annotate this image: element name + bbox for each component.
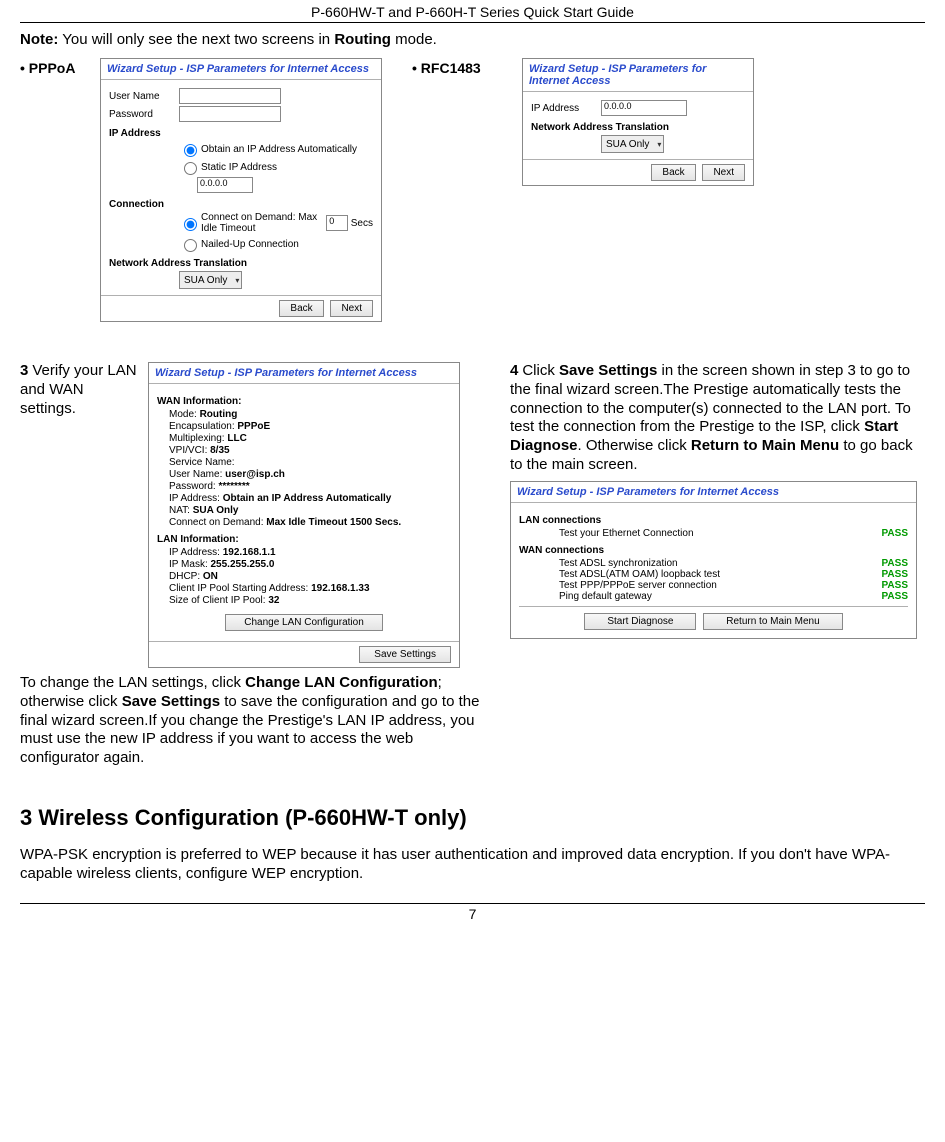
note-line: Note: You will only see the next two scr… [20, 31, 925, 48]
summary-panel: Wizard Setup - ISP Parameters for Intern… [148, 362, 460, 668]
label-secs: Secs [351, 218, 373, 229]
pass-badge: PASS [882, 580, 909, 591]
note-routing: Routing [334, 31, 391, 48]
lan-conn-head: LAN connections [519, 515, 908, 526]
diagnose-panel: Wizard Setup - ISP Parameters for Intern… [510, 481, 917, 639]
list-item: Connect on Demand: Max Idle Timeout 1500… [169, 517, 451, 528]
step-4-num: 4 [510, 362, 518, 379]
list-item: VPI/VCI: 8/35 [169, 445, 451, 456]
label-nailed-up: Nailed-Up Connection [201, 239, 299, 250]
label-static-ip: Static IP Address [201, 162, 277, 173]
section-3-body: WPA-PSK encryption is preferred to WEP b… [20, 846, 925, 884]
list-item: User Name: user@isp.ch [169, 469, 451, 480]
diag-wan1: Test ADSL synchronization [559, 558, 678, 569]
pass-badge: PASS [882, 591, 909, 602]
input-ip-address[interactable]: 0.0.0.0 [601, 100, 687, 116]
list-item: DHCP: ON [169, 571, 451, 582]
select-nat[interactable]: SUA Only [179, 271, 242, 289]
list-item: NAT: SUA Only [169, 505, 451, 516]
section-nat: Network Address Translation [109, 258, 373, 269]
list-item: IP Address: 192.168.1.1 [169, 547, 451, 558]
label-username: User Name [109, 91, 179, 102]
input-idle-timeout[interactable]: 0 [326, 215, 348, 231]
input-username[interactable] [179, 88, 281, 104]
radio-obtain-ip[interactable] [184, 144, 197, 157]
label-obtain-ip: Obtain an IP Address Automatically [201, 144, 357, 155]
back-button[interactable]: Back [279, 300, 323, 317]
label-ip-address: IP Address [531, 103, 601, 114]
radio-static-ip[interactable] [184, 162, 197, 175]
pass-badge: PASS [882, 528, 909, 539]
panel-title-diag: Wizard Setup - ISP Parameters for Intern… [511, 482, 916, 503]
wan-info-head: WAN Information: [157, 396, 451, 407]
list-item: Mode: Routing [169, 409, 451, 420]
label-cod: Connect on Demand: Max Idle Timeout [201, 212, 323, 234]
diag-wan3: Test PPP/PPPoE server connection [559, 580, 717, 591]
back-button-rfc[interactable]: Back [651, 164, 695, 181]
section-connection: Connection [109, 199, 373, 210]
list-item: Size of Client IP Pool: 32 [169, 595, 451, 606]
note-body-b: mode. [391, 31, 437, 48]
input-password[interactable] [179, 106, 281, 122]
bullet-rfc1483: • RFC1483 [412, 60, 481, 76]
panel-title-summary: Wizard Setup - ISP Parameters for Intern… [149, 363, 459, 384]
pass-badge: PASS [882, 558, 909, 569]
radio-connect-on-demand[interactable] [184, 218, 197, 231]
rfc1483-panel: Wizard Setup - ISP Parameters for Intern… [522, 58, 754, 186]
select-nat-rfc[interactable]: SUA Only [601, 135, 664, 153]
panel-title: Wizard Setup - ISP Parameters for Intern… [101, 59, 381, 80]
section-nat-rfc: Network Address Translation [531, 122, 745, 133]
list-item: Multiplexing: LLC [169, 433, 451, 444]
list-item: Service Name: [169, 457, 451, 468]
radio-nailed-up[interactable] [184, 239, 197, 252]
diag-lan1: Test your Ethernet Connection [559, 528, 694, 539]
list-item: IP Mask: 255.255.255.0 [169, 559, 451, 570]
pass-badge: PASS [882, 569, 909, 580]
step-3-para: To change the LAN settings, click Change… [20, 674, 490, 768]
note-prefix: Note: [20, 31, 58, 48]
change-lan-config-button[interactable]: Change LAN Configuration [225, 614, 383, 631]
wan-conn-head: WAN connections [519, 545, 908, 556]
step-3-text: Verify your LAN and WAN settings. [20, 362, 137, 417]
bullet-pppoa: • PPPoA [20, 60, 75, 76]
panel-title-rfc: Wizard Setup - ISP Parameters for Intern… [523, 59, 753, 92]
save-settings-button[interactable]: Save Settings [359, 646, 451, 663]
diag-wan2: Test ADSL(ATM OAM) loopback test [559, 569, 720, 580]
list-item: Encapsulation: PPPoE [169, 421, 451, 432]
list-item: Client IP Pool Starting Address: 192.168… [169, 583, 451, 594]
step-3-num: 3 [20, 362, 28, 379]
list-item: Password: ******** [169, 481, 451, 492]
diag-wan4: Ping default gateway [559, 591, 652, 602]
next-button[interactable]: Next [330, 300, 373, 317]
return-main-menu-button[interactable]: Return to Main Menu [703, 613, 842, 630]
section-ip-address: IP Address [109, 128, 373, 139]
step-4-para: 4Click Save Settings in the screen shown… [510, 362, 925, 475]
next-button-rfc[interactable]: Next [702, 164, 745, 181]
input-static-ip[interactable]: 0.0.0.0 [197, 177, 253, 193]
start-diagnose-button[interactable]: Start Diagnose [584, 613, 696, 630]
list-item: IP Address: Obtain an IP Address Automat… [169, 493, 451, 504]
page-number: 7 [20, 903, 925, 922]
section-3-title: 3 Wireless Configuration (P-660HW-T only… [20, 805, 925, 831]
doc-header: P-660HW-T and P-660H-T Series Quick Star… [20, 0, 925, 23]
label-password: Password [109, 109, 179, 120]
note-body-a: You will only see the next two screens i… [58, 31, 334, 48]
pppoa-panel: Wizard Setup - ISP Parameters for Intern… [100, 58, 382, 322]
lan-info-head: LAN Information: [157, 534, 451, 545]
